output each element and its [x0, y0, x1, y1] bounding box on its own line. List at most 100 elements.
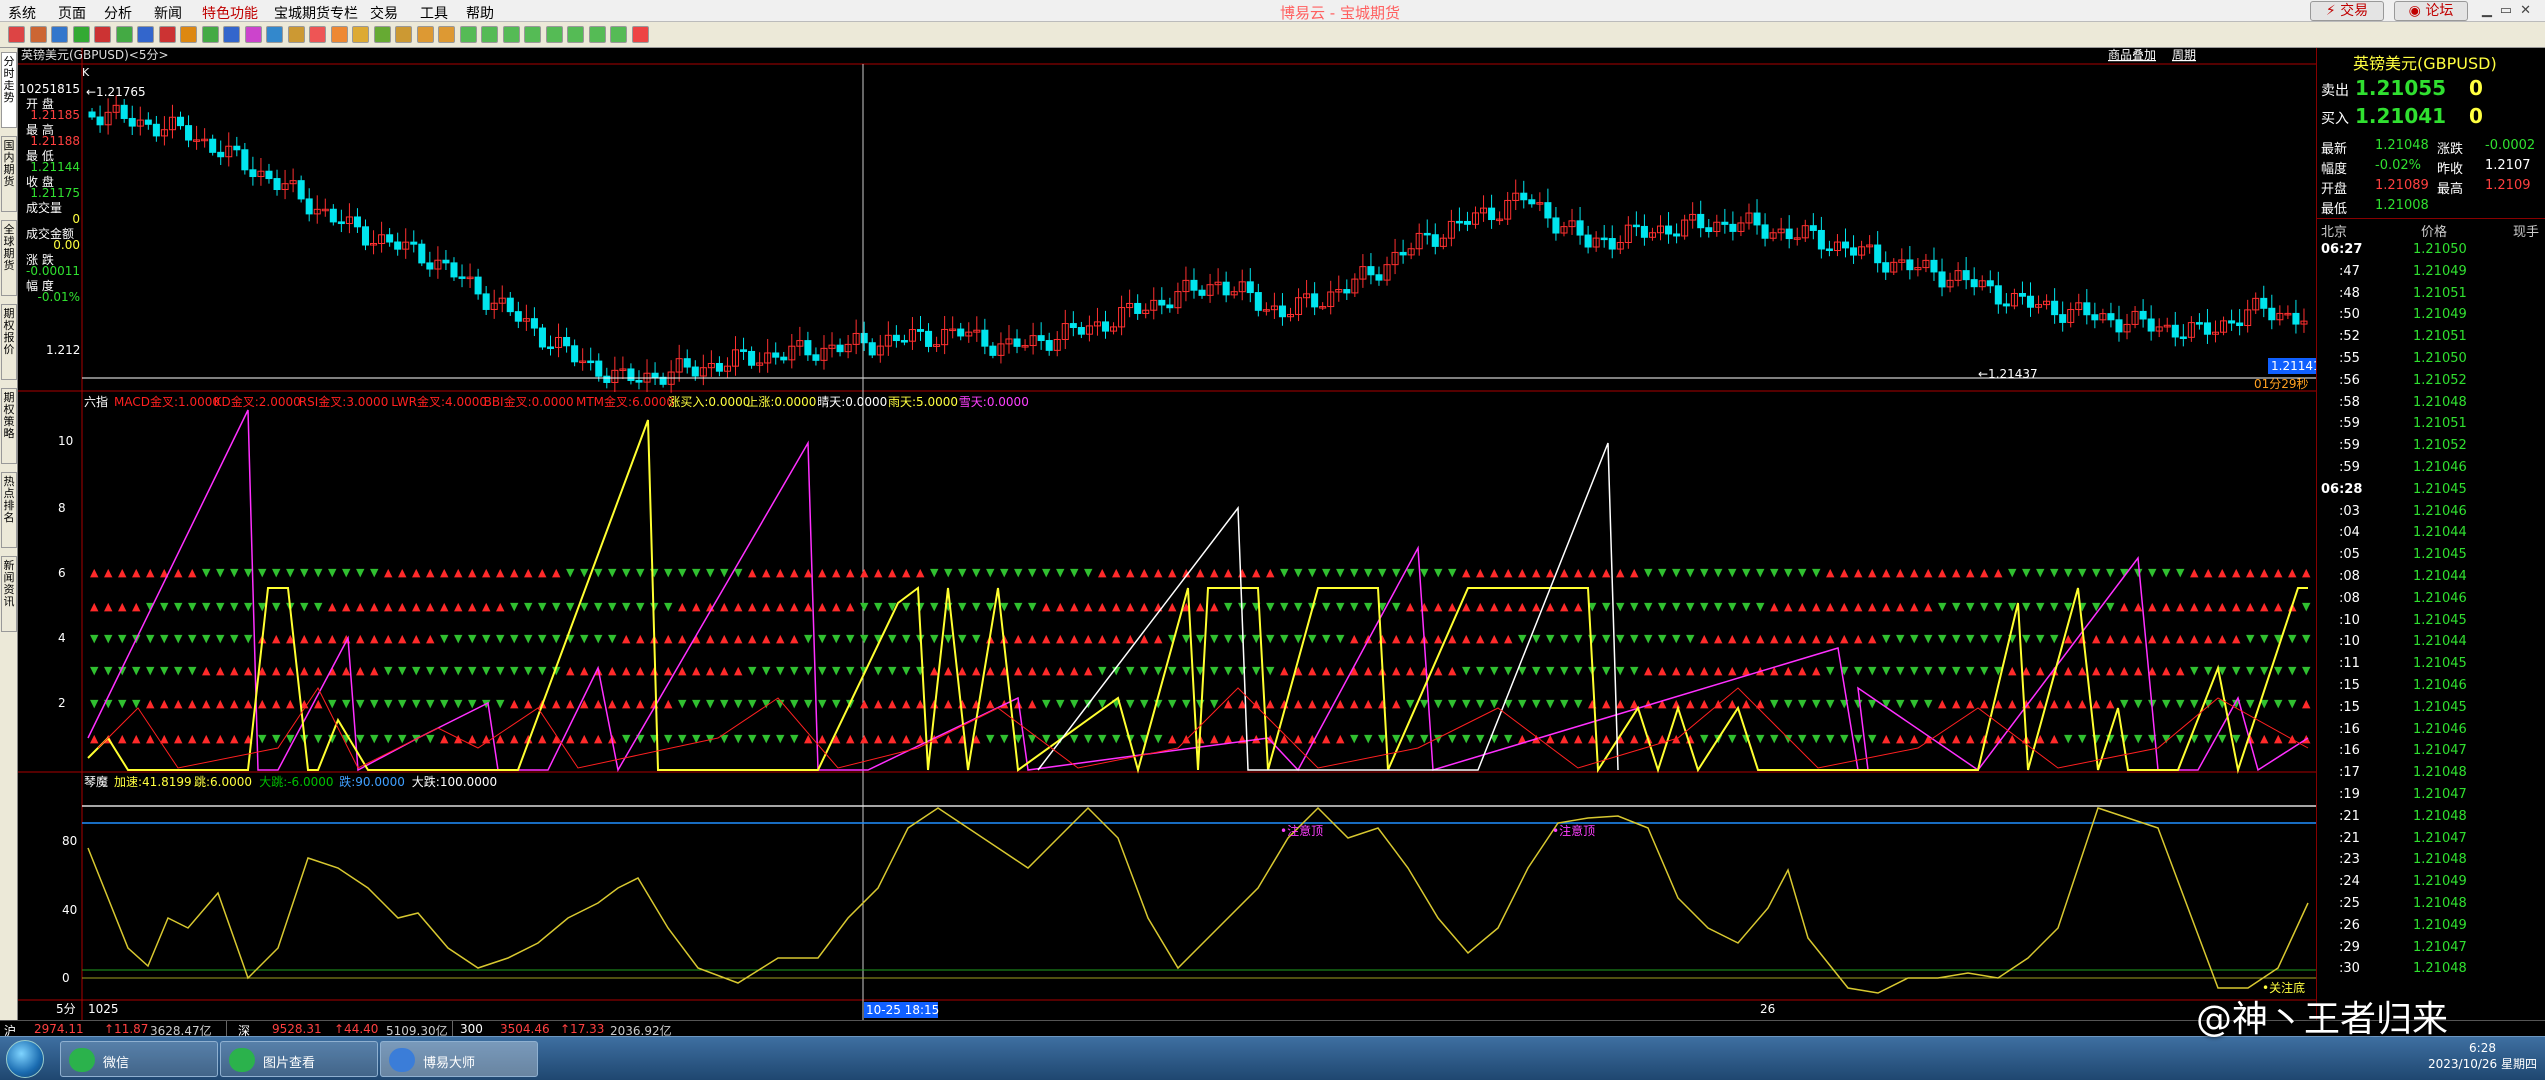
signal-arrow: ▼: [1714, 566, 1723, 579]
signal-arrow: ▲: [832, 600, 841, 613]
toolbar-button[interactable]: [244, 26, 262, 43]
signal-arrow: ▼: [300, 566, 309, 579]
candle-body: [233, 145, 241, 151]
toolbar-button[interactable]: [201, 26, 219, 43]
start-button[interactable]: [6, 1040, 44, 1078]
menu-item-0[interactable]: 系统: [8, 3, 36, 23]
candle-body: [2002, 303, 2010, 307]
chart-area[interactable]: 英镑美元(GBPUSD)<5分> 商品叠加 周期 K ←1.21765 ←1.21437 1…: [18, 48, 2316, 1020]
toolbar-button[interactable]: [545, 26, 563, 43]
signal-arrow: ▲: [1728, 664, 1737, 677]
signal-arrow: ▲: [244, 697, 253, 710]
tick-row: :04 1.21044: [2317, 523, 2545, 543]
signal-arrow: ▲: [790, 600, 799, 613]
taskbar-item[interactable]: 图片查看: [220, 1041, 378, 1077]
side-tab-3[interactable]: 期权报价: [1, 304, 17, 380]
tick-price: 1.21048: [2413, 896, 2467, 911]
stat-value: -0.02%: [2375, 158, 2421, 173]
toolbar-button[interactable]: [287, 26, 305, 43]
taskbar-item[interactable]: 博易大师: [380, 1041, 538, 1077]
toolbar-button[interactable]: [266, 26, 283, 43]
menu-item-4[interactable]: 特色功能: [202, 3, 258, 23]
toolbar-button[interactable]: [416, 26, 434, 43]
signal-arrow: ▲: [1686, 664, 1695, 677]
side-tab-1[interactable]: 国内期货: [1, 136, 17, 212]
taskbar-item[interactable]: 微信: [60, 1041, 218, 1077]
signal-arrow: ▲: [2008, 697, 2017, 710]
toolbar-button[interactable]: [223, 26, 240, 43]
side-tab-4[interactable]: 期权策略: [1, 388, 17, 464]
toolbar-button[interactable]: [610, 26, 627, 43]
candle-body: [1632, 224, 1640, 228]
signal-arrow: ▼: [972, 566, 981, 579]
toolbar-button[interactable]: [72, 26, 90, 43]
signal-arrow: ▼: [426, 664, 435, 677]
signal-arrow: ▲: [2148, 600, 2157, 613]
signal-arrow: ▲: [1602, 697, 1611, 710]
side-tab-6[interactable]: 新闻资讯: [1, 556, 17, 632]
signal-arrow: ▲: [118, 600, 127, 613]
toolbar-button[interactable]: [158, 26, 176, 43]
toolbar-button[interactable]: [567, 26, 584, 43]
toolbar-button[interactable]: [115, 26, 133, 43]
side-tab-0[interactable]: 分时走势: [1, 52, 17, 128]
toolbar-button[interactable]: [29, 26, 47, 43]
toolbar-button[interactable]: [502, 26, 520, 43]
toolbar-button[interactable]: [438, 26, 455, 43]
trade-button[interactable]: ⚡ 交易: [2310, 1, 2384, 21]
signal-arrow: ▲: [748, 632, 757, 645]
toolbar-button[interactable]: [524, 26, 541, 43]
side-tab-2[interactable]: 全球期货: [1, 220, 17, 296]
menu-item-8[interactable]: 帮助: [466, 3, 494, 23]
signal-arrow: ▼: [972, 632, 981, 645]
window-controls[interactable]: ▁▭✕: [2482, 3, 2539, 18]
menu-item-7[interactable]: 工具: [420, 3, 448, 23]
tick-row: :16 1.21046: [2317, 720, 2545, 740]
toolbar-button[interactable]: [180, 26, 197, 43]
signal-arrow: ▲: [1448, 600, 1457, 613]
menu-item-6[interactable]: 交易: [370, 3, 398, 23]
signal-arrow: ▲: [1532, 566, 1541, 579]
menu-item-5[interactable]: 宝城期货专栏: [274, 3, 358, 23]
chart-header-button[interactable]: 商品叠加: [2108, 48, 2156, 62]
menu-item-1[interactable]: 页面: [58, 3, 86, 23]
toolbar-button[interactable]: [631, 26, 649, 43]
toolbar-button[interactable]: [588, 26, 606, 43]
signal-arrow: ▼: [2274, 697, 2283, 710]
tick-time: :17: [2339, 765, 2360, 781]
candle-body: [1817, 229, 1825, 250]
toolbar-button[interactable]: [51, 26, 68, 43]
kline-chart[interactable]: 英镑美元(GBPUSD)<5分> 商品叠加 周期 K ←1.21765 ←1.21437 1…: [18, 48, 2316, 1020]
tick-price: 1.21049: [2413, 874, 2467, 890]
toolbar-button[interactable]: [8, 26, 25, 43]
signal-arrow: ▼: [1770, 697, 1779, 710]
chart-header-button[interactable]: 周期: [2172, 48, 2196, 62]
signal-arrow: ▼: [1616, 600, 1625, 613]
toolbar-button[interactable]: [137, 26, 154, 43]
signal-arrow: ▼: [1434, 697, 1443, 710]
signal-arrow: ▼: [1798, 697, 1807, 710]
chart-bg: [18, 48, 2316, 1020]
toolbar-button[interactable]: [330, 26, 348, 43]
toolbar-button[interactable]: [373, 26, 391, 43]
signal-arrow: ▲: [2176, 664, 2185, 677]
signal-arrow: ▼: [342, 697, 351, 710]
menu-item-3[interactable]: 新闻: [154, 3, 182, 23]
toolbar-button[interactable]: [352, 26, 369, 43]
system-tray[interactable]: 6:28 2023/10/26 星期四: [2428, 1041, 2537, 1072]
menu-item-2[interactable]: 分析: [104, 3, 132, 23]
info-value: -0.01%: [37, 290, 80, 304]
toolbar-button[interactable]: [309, 26, 326, 43]
indicator2-y-tick: 0: [62, 971, 70, 985]
toolbar-button[interactable]: [459, 26, 477, 43]
signal-arrow: ▲: [342, 632, 351, 645]
info-value: 10251815: [18, 82, 80, 96]
toolbar-button[interactable]: [481, 26, 498, 43]
signal-arrow: ▲: [1770, 632, 1779, 645]
signal-arrow: ▼: [1476, 697, 1485, 710]
toolbar-button[interactable]: [94, 26, 111, 43]
side-tab-5[interactable]: 热点排名: [1, 472, 17, 548]
toolbar-button[interactable]: [395, 26, 412, 43]
forum-button[interactable]: ◉ 论坛: [2394, 1, 2468, 21]
signal-arrow: ▲: [2190, 600, 2199, 613]
